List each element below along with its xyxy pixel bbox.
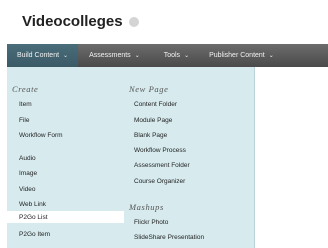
tools-menu-button[interactable]: Tools ⌄ xyxy=(157,44,196,67)
menu-item-file[interactable]: File xyxy=(19,117,29,124)
menu-item-course-organizer[interactable]: Course Organizer xyxy=(134,178,185,185)
chevron-down-icon: ⌄ xyxy=(63,53,69,59)
menu-item-content-folder[interactable]: Content Folder xyxy=(134,101,177,108)
publisher-content-label: Publisher Content xyxy=(209,52,265,59)
menu-item-assessment-folder[interactable]: Assessment Folder xyxy=(134,162,190,169)
publisher-content-menu-button[interactable]: Publisher Content ⌄ xyxy=(202,44,281,67)
assessments-menu-button[interactable]: Assessments ⌄ xyxy=(82,44,147,67)
build-content-label: Build Content xyxy=(17,52,60,59)
build-content-dropdown: Create Item File Workflow Form Audio Ima… xyxy=(7,67,255,248)
chevron-down-icon: ⌄ xyxy=(184,53,190,59)
menu-item-p2go-list[interactable]: P2Go List xyxy=(19,214,48,221)
tools-label: Tools xyxy=(163,52,181,59)
menu-item-web-link[interactable]: Web Link xyxy=(19,201,46,208)
build-content-menu-button[interactable]: Build Content ⌄ xyxy=(7,44,79,67)
chevron-down-icon: ⌄ xyxy=(134,53,140,59)
menu-item-workflow-form[interactable]: Workflow Form xyxy=(19,132,63,139)
mashups-heading: Mashups xyxy=(129,202,164,212)
menu-item-flickr-photo[interactable]: Flickr Photo xyxy=(134,219,168,226)
create-heading: Create xyxy=(12,84,39,94)
menu-item-workflow-process[interactable]: Workflow Process xyxy=(134,147,186,154)
menu-item-module-page[interactable]: Module Page xyxy=(134,117,172,124)
course-toolbar: Build Content ⌄ Assessments ⌄ Tools ⌄ Pu… xyxy=(7,44,328,67)
menu-item-p2go-item[interactable]: P2Go Item xyxy=(19,231,50,238)
assessments-label: Assessments xyxy=(89,52,131,59)
menu-item-item[interactable]: Item xyxy=(19,101,32,108)
circle-icon xyxy=(128,16,139,27)
menu-item-slideshare-presentation[interactable]: SlideShare Presentation xyxy=(134,234,204,241)
menu-item-video[interactable]: Video xyxy=(19,186,36,193)
menu-item-blank-page[interactable]: Blank Page xyxy=(134,132,167,139)
menu-item-audio[interactable]: Audio xyxy=(19,155,36,162)
menu-item-image[interactable]: Image xyxy=(19,170,37,177)
course-title: Videocolleges xyxy=(22,13,139,30)
course-title-text: Videocolleges xyxy=(22,13,123,30)
chevron-down-icon: ⌄ xyxy=(268,53,274,59)
new-page-heading: New Page xyxy=(129,84,169,94)
